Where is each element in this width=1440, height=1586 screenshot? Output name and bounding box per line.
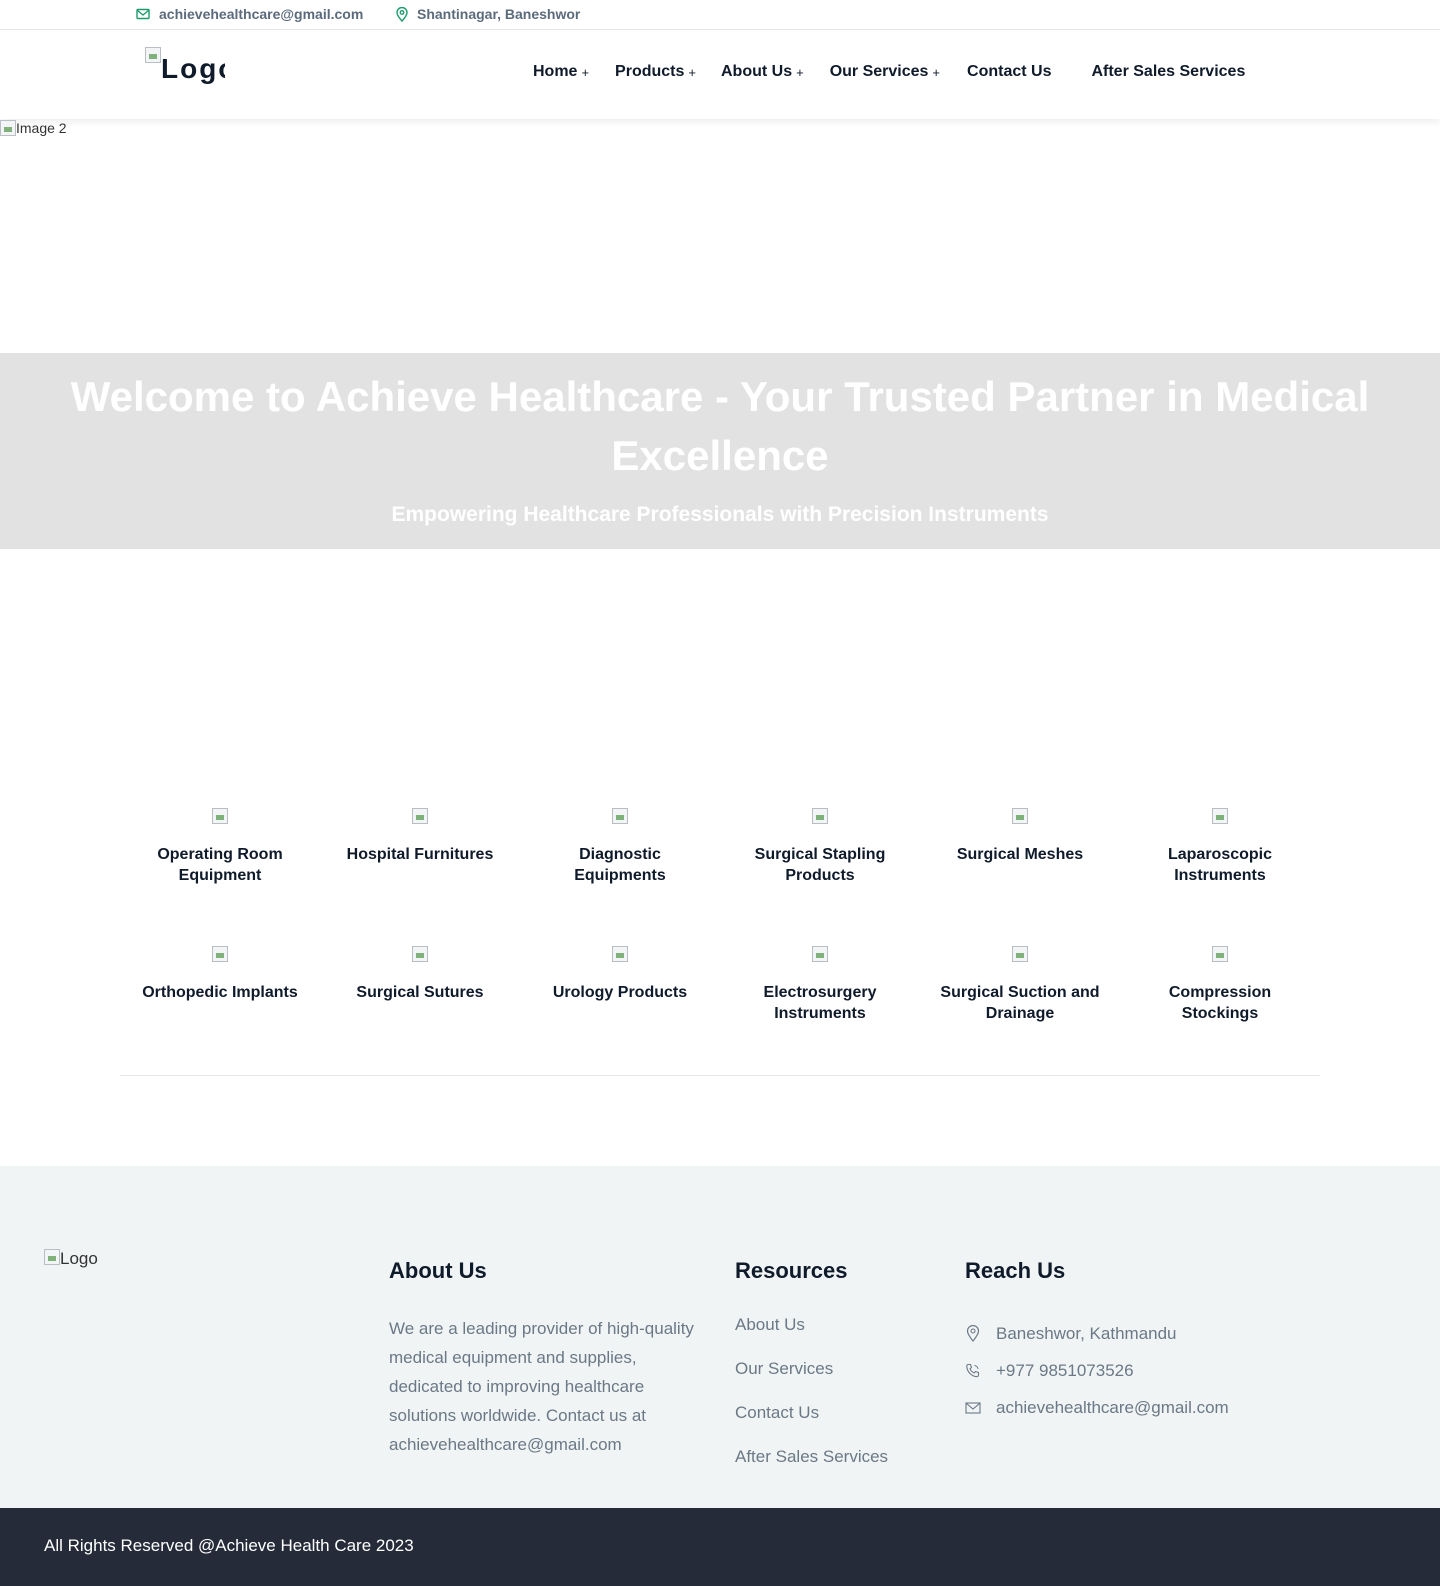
category-image-icon <box>1212 946 1228 962</box>
category-image-icon <box>412 946 428 962</box>
category-label: Operating Room Equipment <box>157 846 283 884</box>
topbar-location: Shantinagar, Baneshwor <box>396 6 580 22</box>
broken-image-icon <box>44 1249 60 1265</box>
top-info-bar: achievehealthcare@gmail.com Shantinagar,… <box>0 0 1440 30</box>
category-label: Diagnostic Equipments <box>574 846 666 884</box>
nav-home-label: Home <box>533 63 578 80</box>
topbar-email[interactable]: achievehealthcare@gmail.com <box>136 6 363 22</box>
hero-title: Welcome to Achieve Healthcare - Your Tru… <box>70 373 1370 479</box>
category-card[interactable]: Electrosurgery Instruments <box>720 946 920 1048</box>
category-image-icon <box>212 946 228 962</box>
topbar-email-text: achievehealthcare@gmail.com <box>159 6 364 22</box>
nav-services-expand[interactable]: + <box>932 65 940 80</box>
category-image-icon <box>212 808 228 824</box>
map-pin-icon <box>966 1325 980 1342</box>
map-pin-icon <box>396 6 408 22</box>
topbar-location-text: Shantinagar, Baneshwor <box>417 6 581 22</box>
category-image-icon <box>1012 946 1028 962</box>
footer-address: Baneshwor, Kathmandu <box>965 1315 1229 1352</box>
nav-products-expand[interactable]: + <box>688 65 696 80</box>
category-card[interactable]: Diagnostic Equipments <box>520 808 720 910</box>
category-card[interactable]: Surgical Stapling Products <box>720 808 920 910</box>
nav-home[interactable]: Home + <box>533 63 589 81</box>
footer-about-title: About Us <box>389 1258 487 1283</box>
nav-home-expand[interactable]: + <box>581 65 589 80</box>
category-image-icon <box>812 946 828 962</box>
nav-about-label: About Us <box>720 63 793 80</box>
category-image-icon <box>1212 808 1228 824</box>
copyright-bar: All Rights Reserved @Achieve Health Care… <box>0 1508 1440 1586</box>
footer-address-text: Baneshwor, Kathmandu <box>996 1323 1177 1343</box>
category-card[interactable]: Surgical Meshes <box>920 808 1120 910</box>
footer-link-contact[interactable]: Contact Us <box>735 1403 888 1447</box>
category-label: Orthopedic Implants <box>142 984 298 1001</box>
category-image-icon <box>612 808 628 824</box>
category-label: Laparoscopic Instruments <box>1167 846 1273 884</box>
footer-link-services[interactable]: Our Services <box>735 1359 888 1403</box>
nav-about-expand[interactable]: + <box>796 65 804 80</box>
footer-email-text: achievehealthcare@gmail.com <box>996 1397 1229 1417</box>
footer-resources-list: About Us Our Services Contact Us After S… <box>735 1315 888 1491</box>
category-card[interactable]: Surgical Sutures <box>320 946 520 1048</box>
hero-image: Image 2 <box>0 120 67 136</box>
nav-contact-label: Contact Us <box>967 63 1052 80</box>
footer-link-after-sales[interactable]: After Sales Services <box>735 1447 888 1491</box>
category-image-icon <box>1012 808 1028 824</box>
category-image-icon <box>612 946 628 962</box>
category-label: Surgical Suction and Drainage <box>940 984 1100 1022</box>
category-image-icon <box>812 808 828 824</box>
category-card[interactable]: Urology Products <box>520 946 720 1048</box>
footer-phone[interactable]: +977 9851073526 <box>965 1352 1229 1389</box>
section-divider <box>120 1075 1320 1076</box>
footer-phone-text: +977 9851073526 <box>996 1360 1134 1380</box>
nav-products[interactable]: Products + <box>615 63 696 81</box>
category-label: Electrosurgery Instruments <box>763 984 877 1022</box>
site-footer: Logo About Us We are a leading provider … <box>0 1166 1440 1508</box>
category-card[interactable]: Surgical Suction and Drainage <box>920 946 1120 1048</box>
envelope-icon <box>136 8 150 20</box>
main-nav: Home + Products + About Us + Our Services + … <box>533 63 1245 81</box>
nav-products-label: Products <box>615 63 685 80</box>
category-label: Surgical Sutures <box>356 984 484 1001</box>
broken-image-icon <box>145 47 161 63</box>
category-card[interactable]: Laparoscopic Instruments <box>1120 808 1320 910</box>
logo-alt-text: Logo <box>161 53 225 84</box>
footer-email[interactable]: achievehealthcare@gmail.com <box>965 1389 1229 1426</box>
footer-logo[interactable]: Logo <box>44 1249 98 1269</box>
category-card[interactable]: Operating Room Equipment <box>120 808 320 910</box>
nav-after-sales[interactable]: After Sales Services <box>1091 63 1245 81</box>
footer-link-about[interactable]: About Us <box>735 1315 888 1359</box>
hero-image-alt: Image 2 <box>16 120 67 136</box>
category-image-icon <box>412 808 428 824</box>
footer-reach-title: Reach Us <box>965 1258 1066 1283</box>
product-categories: Operating Room Equipment Hospital Furnit… <box>120 808 1320 1048</box>
footer-about-text: We are a leading provider of high-qualit… <box>389 1319 694 1454</box>
nav-about[interactable]: About Us + <box>721 63 804 81</box>
category-card[interactable]: Compression Stockings <box>1120 946 1320 1048</box>
footer-logo-alt: Logo <box>60 1249 98 1268</box>
category-label: Urology Products <box>552 984 688 1001</box>
broken-image-icon <box>0 120 16 136</box>
category-label: Surgical Meshes <box>956 846 1084 863</box>
phone-icon <box>966 1363 980 1377</box>
category-label: Surgical Stapling Products <box>754 846 886 884</box>
hero-banner: Welcome to Achieve Healthcare - Your Tru… <box>0 353 1440 549</box>
hero-subtitle: Empowering Healthcare Professionals with… <box>391 503 1049 526</box>
nav-services-label: Our Services <box>829 63 929 80</box>
nav-after-sales-label: After Sales Services <box>1091 63 1246 80</box>
nav-contact[interactable]: Contact Us <box>967 63 1051 81</box>
site-header: Logo Home+ Products+ About Us+ Our Servi… <box>0 30 1440 119</box>
category-card[interactable]: Hospital Furnitures <box>320 808 520 910</box>
nav-services[interactable]: Our Services + <box>830 63 940 81</box>
site-logo[interactable]: Logo <box>145 47 225 91</box>
envelope-icon <box>965 1401 981 1414</box>
category-card[interactable]: Orthopedic Implants <box>120 946 320 1048</box>
footer-resources-title: Resources <box>735 1258 848 1283</box>
category-label: Hospital Furnitures <box>346 846 494 863</box>
category-label: Compression Stockings <box>1168 984 1272 1022</box>
footer-contact-list: Baneshwor, Kathmandu +977 9851073526 ach… <box>965 1315 1229 1426</box>
copyright-text: All Rights Reserved @Achieve Health Care… <box>44 1536 414 1555</box>
